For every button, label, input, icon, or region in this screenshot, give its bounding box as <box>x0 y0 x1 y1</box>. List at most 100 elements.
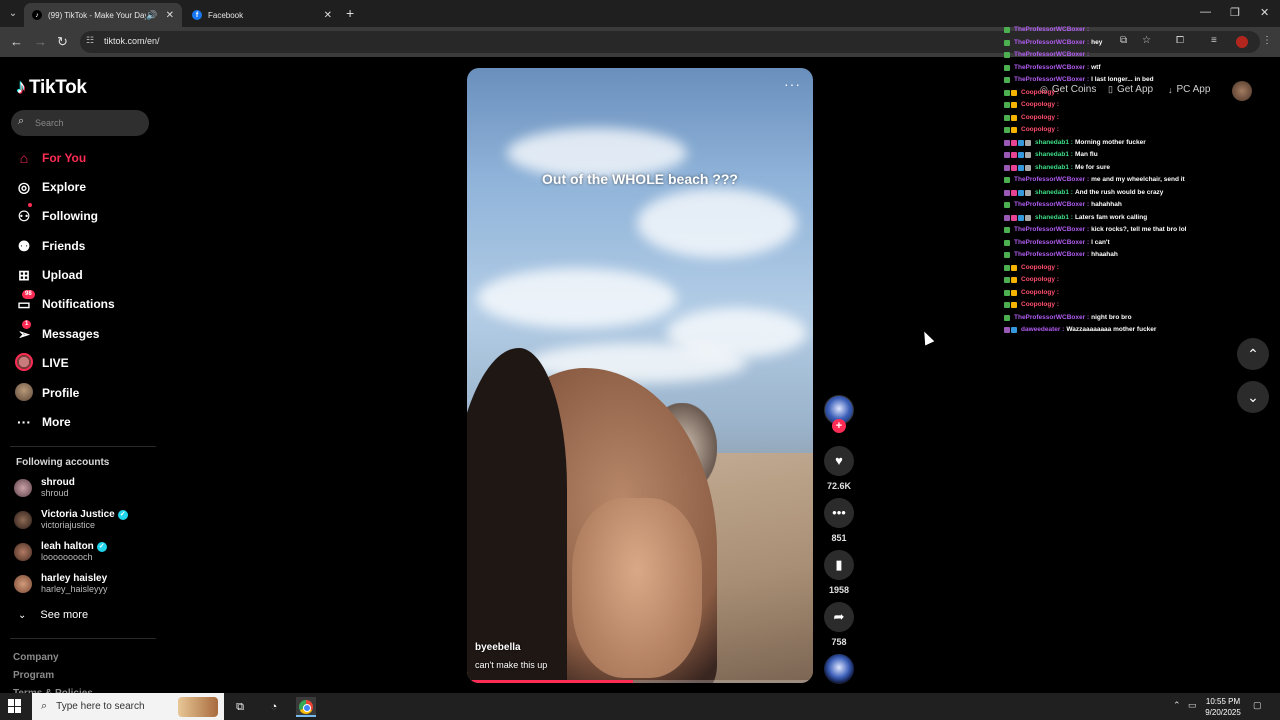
chat-username: shanedab1 : <box>1035 163 1073 171</box>
sidebar-item-live[interactable]: LIVE <box>14 351 69 375</box>
chat-text: kick rocks?, tell me that bro lol <box>1091 226 1187 233</box>
forward-icon[interactable]: → <box>34 34 47 49</box>
tab-tiktok[interactable]: ♪ (99) TikTok - Make Your Day 🔊 ✕ <box>24 3 182 27</box>
stream-chat-overlay: TheProfessorWCBoxer : TheProfessorWCBoxer… <box>1004 24 1274 337</box>
account-name: harley haisley <box>41 573 108 584</box>
taskbar-search-placeholder: Type here to search <box>56 701 145 712</box>
friends-icon: ⚉ <box>17 237 31 254</box>
clock-app-icon[interactable]: ◔ <box>264 697 284 717</box>
sidebar-item-more[interactable]: ··· More <box>14 410 71 434</box>
video-player[interactable]: ··· Out of the WHOLE beach ??? byeebella… <box>467 68 813 683</box>
footer-link-program[interactable]: Program <box>13 670 54 681</box>
task-view-icon[interactable]: ⧉ <box>230 697 250 717</box>
tab-facebook[interactable]: f Facebook ✕ <box>184 3 340 27</box>
comment-button[interactable]: ••• <box>824 498 854 528</box>
maximize-icon[interactable]: ❐ <box>1230 6 1240 19</box>
taskbar-search[interactable]: ⌕ Type here to search <box>32 693 224 720</box>
more-options-icon[interactable]: ··· <box>784 76 801 92</box>
previous-video-button[interactable]: ⌃ <box>1237 338 1269 370</box>
tiktok-logo[interactable]: ♪ TikTok <box>16 76 87 99</box>
reload-icon[interactable]: ↻ <box>57 34 68 50</box>
following-account[interactable]: shroud shroud <box>14 477 75 498</box>
chat-badges-icon <box>1004 114 1018 121</box>
share-count: 758 <box>831 637 847 647</box>
footer-link-company[interactable]: Company <box>13 652 59 663</box>
chat-badges-icon <box>1004 77 1011 84</box>
search-highlight-image <box>178 696 218 717</box>
notification-center-icon[interactable]: ▢ <box>1253 700 1262 711</box>
search-icon: ⌕ <box>18 115 25 127</box>
chevron-up-icon: ⌃ <box>1247 346 1259 362</box>
save-button[interactable]: ▮ <box>824 550 854 580</box>
search-input[interactable] <box>35 115 143 131</box>
chat-message: TheProfessorWCBoxer : kick rocks?, tell m… <box>1004 224 1274 237</box>
chat-badges-icon <box>1004 264 1018 271</box>
tray-chevron-up-icon[interactable]: ⌃ <box>1173 700 1181 711</box>
chat-message: TheProfessorWCBoxer :I can't <box>1004 237 1274 250</box>
chat-username: TheProfessorWCBoxer : <box>1014 226 1090 233</box>
new-tab-button[interactable]: + <box>346 5 354 21</box>
avatar <box>14 510 32 529</box>
comment-count: 851 <box>831 533 847 543</box>
chat-badges-icon <box>1004 27 1011 34</box>
windows-taskbar: ⌕ Type here to search ⧉ ◔ ⌃ ▭ 10:55 PM 9… <box>0 693 1280 720</box>
sidebar-item-for-you[interactable]: ⌂ For You <box>14 146 86 170</box>
chat-text: I can't <box>1091 238 1110 246</box>
sidebar-item-explore[interactable]: ◎ Explore <box>14 175 86 199</box>
chat-message: Coopology : <box>1004 299 1274 312</box>
music-disc-icon[interactable] <box>824 654 854 684</box>
chat-message: shanedab1 : Morning mother fucker <box>1004 137 1274 150</box>
chat-text: hhaahah <box>1091 251 1118 258</box>
network-icon[interactable]: ▭ <box>1188 700 1197 711</box>
follow-plus-icon[interactable]: + <box>832 419 846 433</box>
share-button[interactable]: ➦ <box>824 602 854 632</box>
minimize-icon[interactable]: — <box>1200 6 1211 18</box>
system-clock[interactable]: 10:55 PM 9/20/2025 <box>1200 696 1246 718</box>
close-tab-icon[interactable]: ✕ <box>324 10 332 21</box>
upload-icon: ⊞ <box>18 266 30 283</box>
like-button[interactable]: ♥ <box>824 446 854 476</box>
search-icon: ⌕ <box>41 700 48 712</box>
chat-message: TheProfessorWCBoxer : hhaahah <box>1004 249 1274 262</box>
comment-icon: ••• <box>832 505 846 520</box>
chat-text: hahahhah <box>1091 201 1122 208</box>
audio-playing-icon[interactable]: 🔊 <box>146 10 157 21</box>
chat-text: hey <box>1091 38 1103 46</box>
following-account[interactable]: harley haisley harley_haisleyyy <box>14 573 108 594</box>
chat-username: Coopology : <box>1021 113 1059 121</box>
chat-username: Coopology : <box>1021 126 1059 133</box>
chat-badges-icon <box>1004 64 1011 71</box>
verified-icon: ✓ <box>117 509 128 520</box>
sidebar-item-following[interactable]: ⚇ Following <box>14 202 98 228</box>
facebook-favicon-icon: f <box>192 10 202 20</box>
account-handle: victoriajustice <box>41 520 96 530</box>
sidebar-item-profile[interactable]: Profile <box>14 381 79 405</box>
chrome-taskbar-icon[interactable] <box>296 697 316 717</box>
see-more-button[interactable]: ⌄ See more <box>18 609 88 621</box>
close-window-icon[interactable]: ✕ <box>1260 6 1269 19</box>
sidebar-item-upload[interactable]: ⊞ Upload <box>14 263 83 287</box>
back-icon[interactable]: ← <box>10 34 23 49</box>
compass-icon: ◎ <box>17 178 31 195</box>
logo-text: TikTok <box>29 76 87 98</box>
chat-text: wtf <box>1091 63 1101 71</box>
following-account[interactable]: Victoria Justice ✓ victoriajustice <box>14 509 128 530</box>
close-tab-icon[interactable]: ✕ <box>166 10 174 21</box>
account-name: Victoria Justice <box>41 509 115 520</box>
next-video-button[interactable]: ⌄ <box>1237 381 1269 413</box>
chat-message: TheProfessorWCBoxer : <box>1004 49 1274 62</box>
chat-badges-icon <box>1004 252 1011 259</box>
video-author[interactable]: byeebella <box>475 642 521 653</box>
tab-search-icon[interactable]: ⌄ <box>5 6 21 22</box>
video-progress-bar[interactable] <box>467 680 813 683</box>
sidebar-item-messages[interactable]: ➢ 1 Messages <box>14 319 99 346</box>
windows-start-icon[interactable] <box>8 699 22 713</box>
chrome-icon <box>299 700 313 714</box>
following-account[interactable]: leah halton ✓ looooooooch <box>14 541 107 562</box>
sidebar-item-friends[interactable]: ⚉ Friends <box>14 234 86 258</box>
sidebar-item-notifications[interactable]: ▭ 98 Notifications <box>14 289 115 316</box>
site-info-icon[interactable]: ☷ <box>86 35 94 46</box>
chat-message: TheProfessorWCBoxer : hahahhah <box>1004 199 1274 212</box>
search-bar[interactable]: ⌕ <box>11 110 149 136</box>
chat-badges-icon <box>1004 314 1011 321</box>
